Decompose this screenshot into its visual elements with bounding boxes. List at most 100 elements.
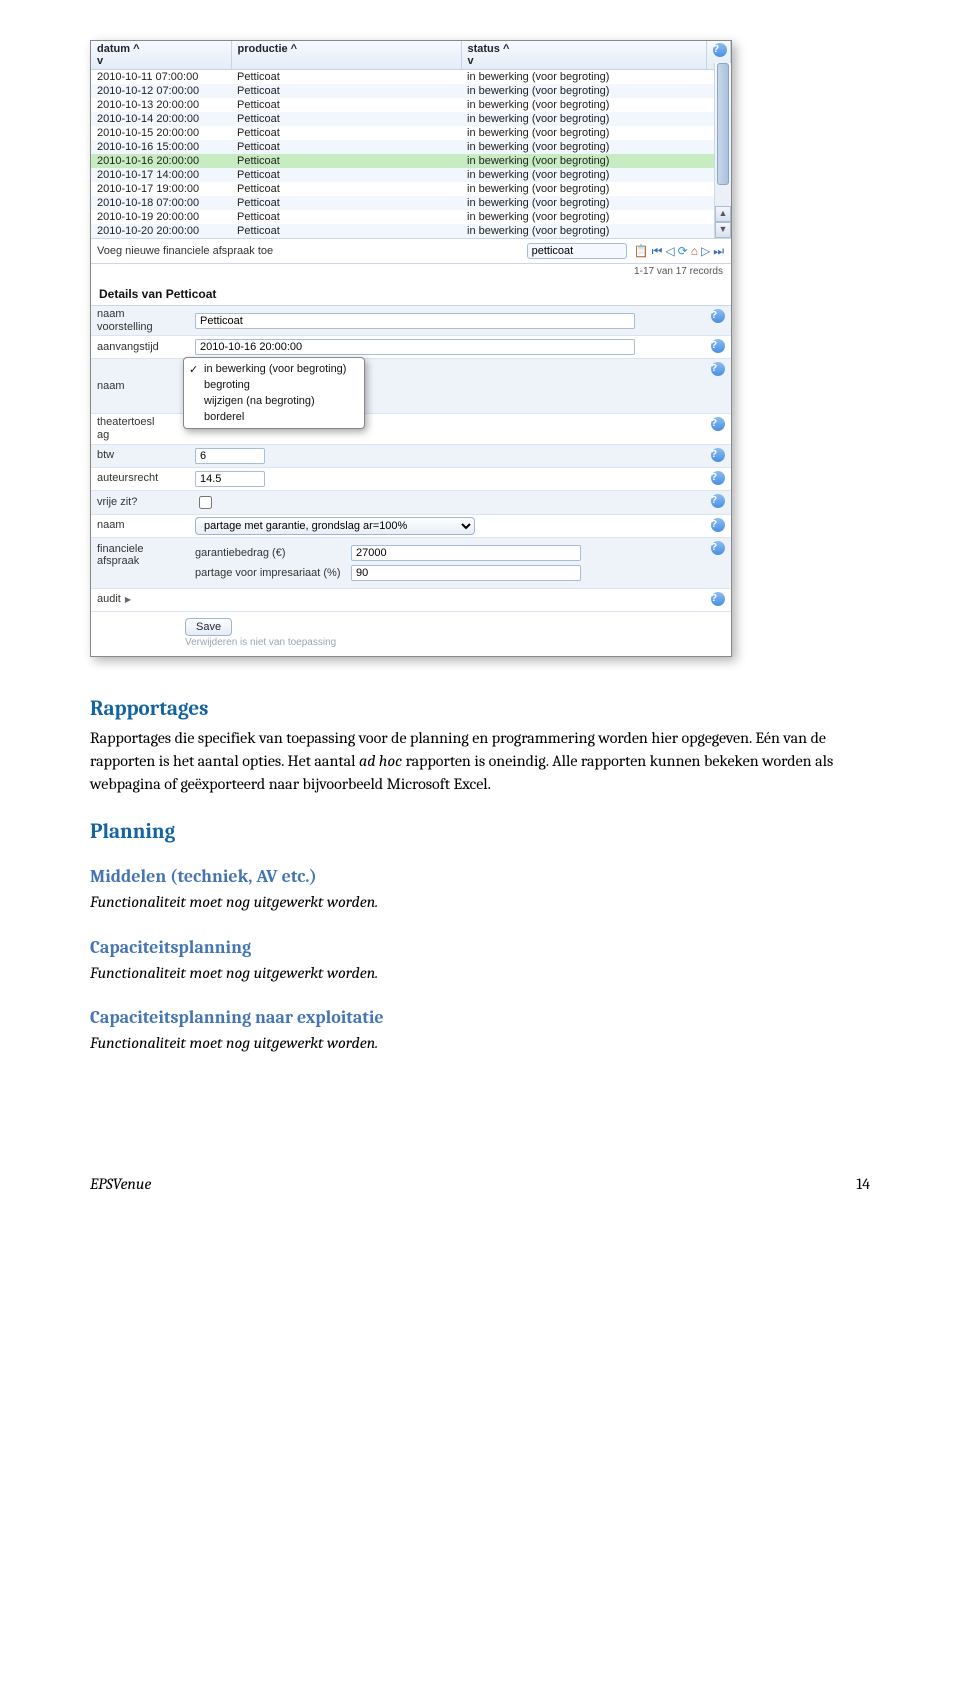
table-row[interactable]: 2010-10-15 20:00:00Petticoatin bewerking… [91,126,731,140]
input-garantiebedrag[interactable] [351,545,581,561]
help-icon[interactable]: ? [711,471,725,485]
cell-status: in bewerking (voor begroting) [461,70,707,85]
checkbox-vrijezit[interactable] [199,496,212,509]
cell-datum: 2010-10-12 07:00:00 [91,84,231,98]
input-naam-voorstelling[interactable] [195,313,635,329]
table-row[interactable]: 2010-10-17 14:00:00Petticoatin bewerking… [91,168,731,182]
cell-productie: Petticoat [231,154,461,168]
heading-cap-exploitatie: Capaciteitsplanning naar exploitatie [90,1007,870,1028]
heading-rapportages: Rapportages [90,697,870,721]
heading-middelen: Middelen (techniek, AV etc.) [90,866,870,887]
label-btw: btw [91,447,191,464]
data-table: datum ^v productie ^ status ^v ? 2010-10… [91,41,731,238]
cell-datum: 2010-10-19 20:00:00 [91,210,231,224]
detail-form: naamvoorstelling ? aanvangstijd ? naam ?… [91,305,731,656]
footer-brand: EPSVenue [90,1175,151,1193]
status-dropdown[interactable]: in bewerking (voor begroting) begroting … [183,357,365,429]
input-auteursrecht[interactable] [195,471,265,487]
next-icon[interactable]: ▷ [700,244,711,258]
last-icon[interactable]: ⏭ [712,244,725,259]
cell-productie: Petticoat [231,224,461,238]
status-option[interactable]: wijzigen (na begroting) [184,393,364,409]
scrollbar-thumb[interactable] [717,63,729,185]
help-icon[interactable]: ? [711,518,725,532]
cell-productie: Petticoat [231,98,461,112]
status-option[interactable]: begroting [184,377,364,393]
input-btw[interactable] [195,448,265,464]
add-label[interactable]: Voeg nieuwe financiele afspraak toe [97,245,273,257]
heading-capaciteitsplanning: Capaciteitsplanning [90,937,870,958]
help-icon[interactable]: ? [711,448,725,462]
table-row[interactable]: 2010-10-12 07:00:00Petticoatin bewerking… [91,84,731,98]
scrollbar[interactable]: ▲ ▼ [714,63,731,238]
table-row[interactable]: 2010-10-17 19:00:00Petticoatin bewerking… [91,182,731,196]
cell-datum: 2010-10-16 15:00:00 [91,140,231,154]
label-naam-voorstelling: naamvoorstelling [91,306,191,335]
cell-status: in bewerking (voor begroting) [461,84,707,98]
cell-status: in bewerking (voor begroting) [461,126,707,140]
cell-productie: Petticoat [231,140,461,154]
cell-status: in bewerking (voor begroting) [461,98,707,112]
add-bar: Voeg nieuwe financiele afspraak toe 📋 ⏮ … [91,238,731,264]
search-input[interactable] [527,243,627,259]
table-header-row: datum ^v productie ^ status ^v ? [91,41,731,70]
cell-status: in bewerking (voor begroting) [461,182,707,196]
select-afspraak-type[interactable]: partage met garantie, grondslag ar=100% [195,517,475,535]
cell-datum: 2010-10-13 20:00:00 [91,98,231,112]
scrollbar-down-icon[interactable]: ▼ [715,222,731,238]
home-icon[interactable]: ⌂ [690,244,699,258]
clipboard-icon[interactable]: 📋 [633,244,650,258]
cell-status: in bewerking (voor begroting) [461,210,707,224]
cell-datum: 2010-10-16 20:00:00 [91,154,231,168]
help-icon[interactable]: ? [713,43,727,57]
table-row[interactable]: 2010-10-13 20:00:00Petticoatin bewerking… [91,98,731,112]
table-row[interactable]: 2010-10-20 20:00:00Petticoatin bewerking… [91,224,731,238]
col-productie[interactable]: productie ^ [231,41,461,70]
table-row[interactable]: 2010-10-16 15:00:00Petticoatin bewerking… [91,140,731,154]
label-aanvangstijd: aanvangstijd [91,339,191,356]
col-status[interactable]: status ^v [461,41,707,70]
table-row[interactable]: 2010-10-18 07:00:00Petticoatin bewerking… [91,196,731,210]
label-partage: partage voor impresariaat (%) [195,567,345,579]
cell-datum: 2010-10-15 20:00:00 [91,126,231,140]
record-count: 1-17 van 17 records [91,264,731,279]
cell-status: in bewerking (voor begroting) [461,112,707,126]
cell-datum: 2010-10-14 20:00:00 [91,112,231,126]
page-footer: EPSVenue 14 [90,1175,870,1193]
first-icon[interactable]: ⏮ [651,244,664,259]
cell-status: in bewerking (voor begroting) [461,140,707,154]
cell-status: in bewerking (voor begroting) [461,154,707,168]
chevron-right-icon[interactable]: ▶ [121,595,131,604]
table-row[interactable]: 2010-10-11 07:00:00Petticoatin bewerking… [91,70,731,85]
cell-productie: Petticoat [231,196,461,210]
table-row[interactable]: 2010-10-14 20:00:00Petticoatin bewerking… [91,112,731,126]
cell-productie: Petticoat [231,126,461,140]
para-rapportages: Rapportages die specifiek van toepassing… [90,727,850,797]
scrollbar-up-icon[interactable]: ▲ [715,206,731,222]
label-garantiebedrag: garantiebedrag (€) [195,547,345,559]
refresh-icon[interactable]: ⟳ [677,244,689,258]
cell-productie: Petticoat [231,182,461,196]
save-button[interactable]: Save [185,618,232,636]
para-cap: Functionaliteit moet nog uitgewerkt word… [90,962,850,985]
help-icon[interactable]: ? [711,362,725,376]
help-icon[interactable]: ? [711,494,725,508]
help-icon[interactable]: ? [711,309,725,323]
table-row[interactable]: 2010-10-16 20:00:00Petticoatin bewerking… [91,154,731,168]
para-capexp: Functionaliteit moet nog uitgewerkt word… [90,1032,850,1055]
col-datum[interactable]: datum ^v [91,41,231,70]
status-option[interactable]: in bewerking (voor begroting) [184,361,364,377]
table-row[interactable]: 2010-10-19 20:00:00Petticoatin bewerking… [91,210,731,224]
help-icon[interactable]: ? [711,592,725,606]
help-icon[interactable]: ? [711,541,725,555]
label-auteursrecht: auteursrecht [91,470,191,487]
para-middelen: Functionaliteit moet nog uitgewerkt word… [90,891,850,914]
label-naam2: naam [91,517,191,534]
status-option[interactable]: borderel [184,409,364,425]
input-partage[interactable] [351,565,581,581]
prev-icon[interactable]: ◁ [664,244,675,258]
help-icon[interactable]: ? [711,339,725,353]
input-aanvangstijd[interactable] [195,339,635,355]
help-icon[interactable]: ? [711,417,725,431]
label-naam: naam [91,378,191,395]
